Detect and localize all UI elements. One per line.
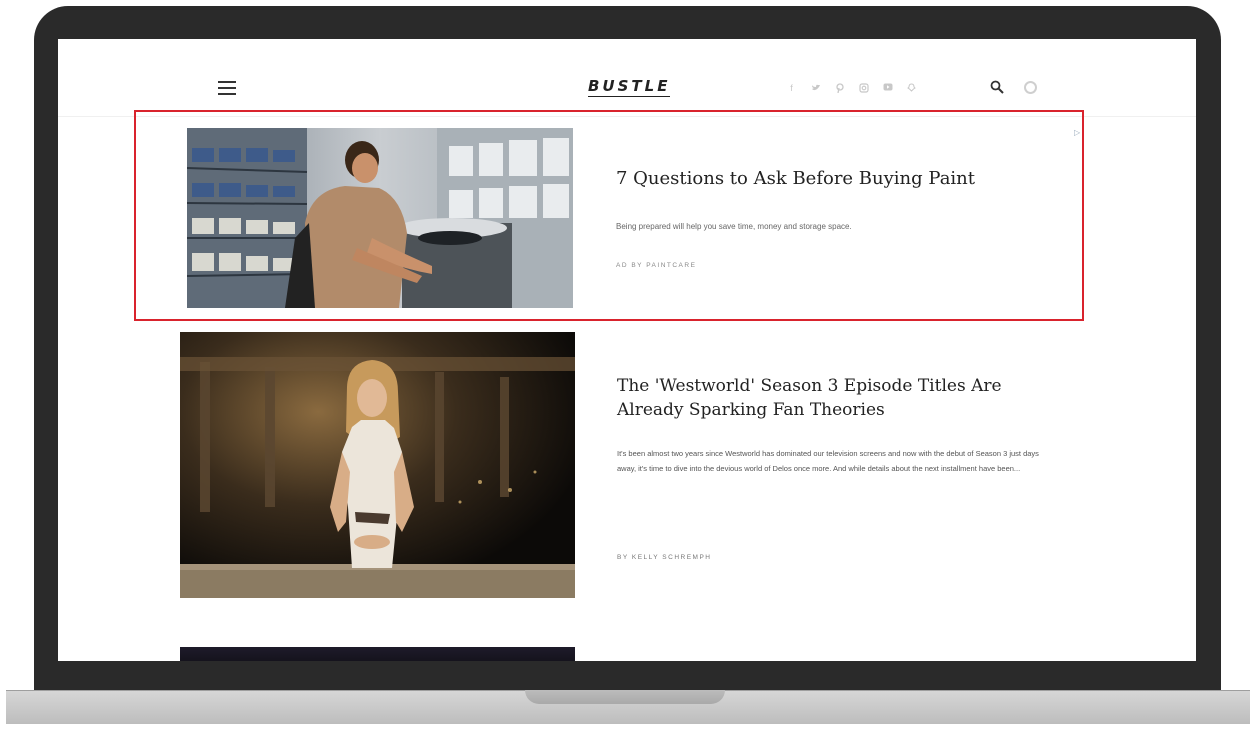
ad-image-paint-store[interactable] xyxy=(187,128,573,308)
pinterest-icon[interactable] xyxy=(834,83,845,95)
site-logo[interactable]: BUSTLE xyxy=(588,77,671,97)
twitter-icon[interactable] xyxy=(810,83,821,95)
user-account-icon[interactable] xyxy=(1024,81,1037,94)
snapchat-icon[interactable] xyxy=(906,83,917,95)
ad-choices-icon[interactable]: ▷ xyxy=(1074,128,1080,137)
ad-byline: AD BY PAINTCARE xyxy=(616,262,697,269)
next-article-image[interactable] xyxy=(180,647,575,661)
article-title[interactable]: The 'Westworld' Season 3 Episode Titles … xyxy=(617,374,1047,422)
article-byline[interactable]: BY KELLY SCHREMPH xyxy=(617,554,712,561)
browser-screen: BUSTLE f ▷ 7 Questions to Ask Before Buy… xyxy=(58,39,1196,661)
sponsored-ad-card[interactable]: ▷ 7 Questions to Ask Before Buying Paint… xyxy=(134,110,1084,321)
site-header: BUSTLE f xyxy=(58,39,1196,117)
facebook-icon[interactable]: f xyxy=(786,83,797,95)
ad-description: Being prepared will help you save time, … xyxy=(616,222,852,231)
article-description: It's been almost two years since Westwor… xyxy=(617,449,1039,473)
ad-title[interactable]: 7 Questions to Ask Before Buying Paint xyxy=(616,168,1036,189)
article-card[interactable]: The 'Westworld' Season 3 Episode Titles … xyxy=(180,332,1050,600)
instagram-icon[interactable] xyxy=(858,83,869,95)
search-icon[interactable] xyxy=(990,80,1004,94)
youtube-icon[interactable] xyxy=(882,83,893,95)
laptop-notch xyxy=(525,690,725,704)
hamburger-menu-icon[interactable] xyxy=(218,81,236,95)
article-image-westworld[interactable] xyxy=(180,332,575,598)
social-links: f xyxy=(786,83,917,95)
